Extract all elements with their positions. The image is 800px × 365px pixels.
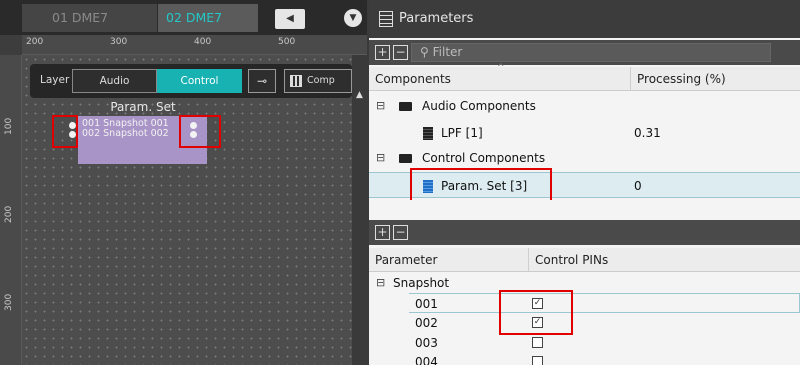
component-grid-icon	[290, 75, 302, 87]
tab-scroll-left-icon[interactable]: ◀	[275, 9, 305, 29]
group-label: Snapshot	[393, 276, 450, 290]
parameter-table-header: Parameter Control PINs	[369, 248, 800, 272]
component-row-snapshot-002: 002 Snapshot 002	[82, 128, 169, 139]
components-toolbar: + − ⚲ Filter	[369, 40, 800, 65]
highlight-param-set-row	[410, 168, 552, 203]
processing-value: 0.31	[634, 126, 661, 140]
collapse-toggle-icon[interactable]: ⊟	[376, 145, 385, 171]
ruler-tick: 400	[194, 37, 212, 47]
collapse-toggle-icon[interactable]: ⊟	[376, 273, 385, 293]
parameter-group-snapshot[interactable]: ⊟ Snapshot	[369, 273, 800, 293]
collapse-toggle-icon[interactable]: ⊟	[376, 93, 385, 119]
column-parameter[interactable]: Parameter	[369, 248, 529, 272]
scroll-up-arrow-icon[interactable]: ▲	[352, 90, 367, 104]
folder-icon	[399, 102, 412, 111]
tab-02-dme7[interactable]: 02 DME7	[158, 4, 258, 32]
column-control-pins[interactable]: Control PINs	[529, 248, 800, 272]
parameter-name: 004	[415, 355, 438, 365]
components-button[interactable]: Comp	[284, 69, 352, 93]
components-button-label: Comp	[307, 75, 335, 86]
filter-placeholder: Filter	[432, 45, 463, 59]
parameter-row-002[interactable]: 002 ✓	[409, 313, 800, 333]
layer-label: Layer	[40, 74, 70, 86]
expand-all-icon[interactable]: +	[375, 45, 390, 60]
highlight-output-pins	[179, 115, 221, 148]
highlight-input-pins	[52, 115, 78, 148]
folder-icon	[399, 154, 412, 163]
parameter-name: 003	[415, 336, 438, 350]
column-processing[interactable]: Processing (%)	[631, 67, 800, 91]
vertical-ruler: 100 200 300	[0, 55, 22, 365]
parameters-title: Parameters	[399, 11, 474, 26]
parameters-toolbar: + −	[369, 220, 800, 245]
sheet-tab-bar: 01 DME7 02 DME7 ◀ ▼	[0, 0, 367, 35]
ruler-tick: 300	[110, 37, 128, 47]
group-label: Audio Components	[422, 99, 536, 113]
ruler-tick: 200	[4, 205, 14, 223]
tree-group-audio[interactable]: ⊟ Audio Components	[369, 93, 800, 119]
ruler-tick: 500	[278, 37, 296, 47]
horizontal-ruler: 200 300 400 500	[22, 35, 367, 55]
parameter-row-003[interactable]: 003	[409, 333, 800, 353]
control-pin-checkbox-003[interactable]	[532, 337, 543, 348]
search-icon: ⚲	[420, 45, 429, 59]
ruler-tick: 300	[4, 293, 14, 311]
tree-item-lpf[interactable]: LPF [1] 0.31	[369, 120, 800, 146]
control-pin-checkbox-004[interactable]	[532, 356, 543, 365]
filter-input[interactable]: ⚲ Filter	[411, 43, 771, 62]
tab-list-dropdown-icon[interactable]: ▼	[344, 9, 362, 27]
tab-01-dme7[interactable]: 01 DME7	[22, 4, 157, 32]
component-chip-icon	[423, 127, 433, 140]
ruler-tick: 200	[26, 37, 44, 47]
parameter-row-001[interactable]: 001 ✓	[409, 293, 800, 313]
parameter-name: 001	[415, 297, 438, 311]
parameters-header: Parameters	[369, 0, 800, 38]
collapse-all-icon[interactable]: −	[393, 225, 408, 240]
parameters-pane: Parameters + − ⚲ Filter Components Proce…	[369, 0, 800, 365]
layer-audio-button[interactable]: Audio	[72, 69, 157, 93]
parameter-name: 002	[415, 316, 438, 330]
parameters-list-icon	[379, 11, 393, 27]
parameter-row-004[interactable]: 004	[409, 352, 800, 365]
plug-icon: ⊸	[256, 74, 268, 88]
ruler-tick: 100	[4, 117, 14, 135]
highlight-control-pins	[499, 290, 573, 335]
processing-value: 0	[634, 179, 642, 193]
collapse-all-icon[interactable]: −	[393, 45, 408, 60]
param-set-component-title: Param. Set	[110, 100, 176, 114]
item-label: LPF [1]	[441, 126, 483, 140]
design-sheet-pane: 01 DME7 02 DME7 ◀ ▼ 200 300 400 500 100 …	[0, 0, 367, 365]
expand-all-icon[interactable]: +	[375, 225, 390, 240]
components-table-empty-area	[369, 200, 800, 220]
sort-ascending-icon: ^	[497, 63, 505, 73]
layer-toolbar: Layer Audio Control ⊸ Comp	[30, 64, 352, 98]
connector-plug-button[interactable]: ⊸	[248, 69, 276, 93]
layer-control-button[interactable]: Control	[157, 69, 242, 93]
components-table-header: Components Processing (%) ^	[369, 63, 800, 91]
